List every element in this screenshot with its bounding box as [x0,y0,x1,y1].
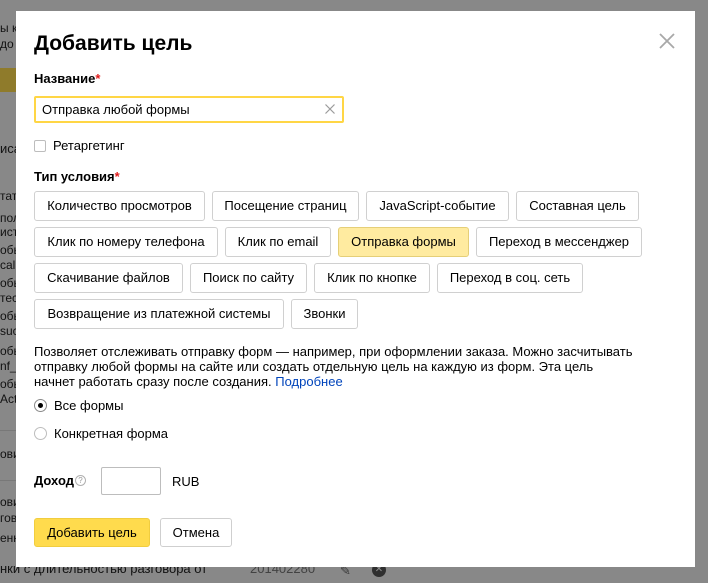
condition-type-label: Тип условия* [34,169,120,184]
required-mark: * [114,169,120,184]
condition-type-site-search[interactable]: Поиск по сайту [190,263,307,293]
radio-all-forms-row[interactable]: Все формы [34,398,123,413]
condition-type-file-download[interactable]: Скачивание файлов [34,263,183,293]
condition-type-page-visit[interactable]: Посещение страниц [212,191,359,221]
add-goal-dialog: Добавить цель Название* Ретаргетинг Тип … [16,11,695,567]
condition-type-form-submit[interactable]: Отправка формы [338,227,469,257]
more-info-link[interactable]: Подробнее [275,374,342,389]
currency-label: RUB [172,474,200,489]
retargeting-checkbox[interactable] [34,139,46,152]
radio-specific-form-label: Конкретная форма [54,426,169,441]
condition-type-phone-click[interactable]: Клик по номеру телефона [34,227,218,257]
clear-input-icon[interactable] [324,103,336,115]
condition-type-payment-return[interactable]: Возвращение из платежной системы [34,299,284,329]
goal-name-input[interactable] [42,98,322,121]
add-goal-button[interactable]: Добавить цель [34,518,150,547]
required-mark: * [95,71,101,86]
radio-all-forms-label: Все формы [54,398,124,413]
retargeting-checkbox-row[interactable]: Ретаргетинг [34,138,125,153]
income-label: Доход [34,473,74,488]
income-input[interactable] [101,467,161,495]
retargeting-label: Ретаргетинг [53,138,125,153]
name-label: Название* [34,71,101,86]
condition-type-social-network[interactable]: Переход в соц. сеть [437,263,583,293]
condition-type-messenger[interactable]: Переход в мессенджер [476,227,642,257]
condition-type-calls[interactable]: Звонки [291,299,358,329]
condition-type-composite-goal[interactable]: Составная цель [516,191,639,221]
condition-type-button-click[interactable]: Клик по кнопке [314,263,430,293]
radio-specific-form[interactable] [34,427,47,440]
condition-type-views[interactable]: Количество просмотров [34,191,205,221]
condition-type-email-click[interactable]: Клик по email [225,227,331,257]
radio-all-forms[interactable] [34,399,47,412]
condition-description: Позволяет отслеживать отправку форм — на… [34,344,634,389]
cancel-button[interactable]: Отмена [160,518,232,547]
radio-specific-form-row[interactable]: Конкретная форма [34,426,168,441]
close-icon[interactable] [657,31,677,51]
help-icon[interactable]: ? [75,475,86,486]
condition-type-javascript-event[interactable]: JavaScript-событие [366,191,509,221]
dialog-title: Добавить цель [34,32,193,55]
goal-name-field[interactable] [34,96,344,123]
